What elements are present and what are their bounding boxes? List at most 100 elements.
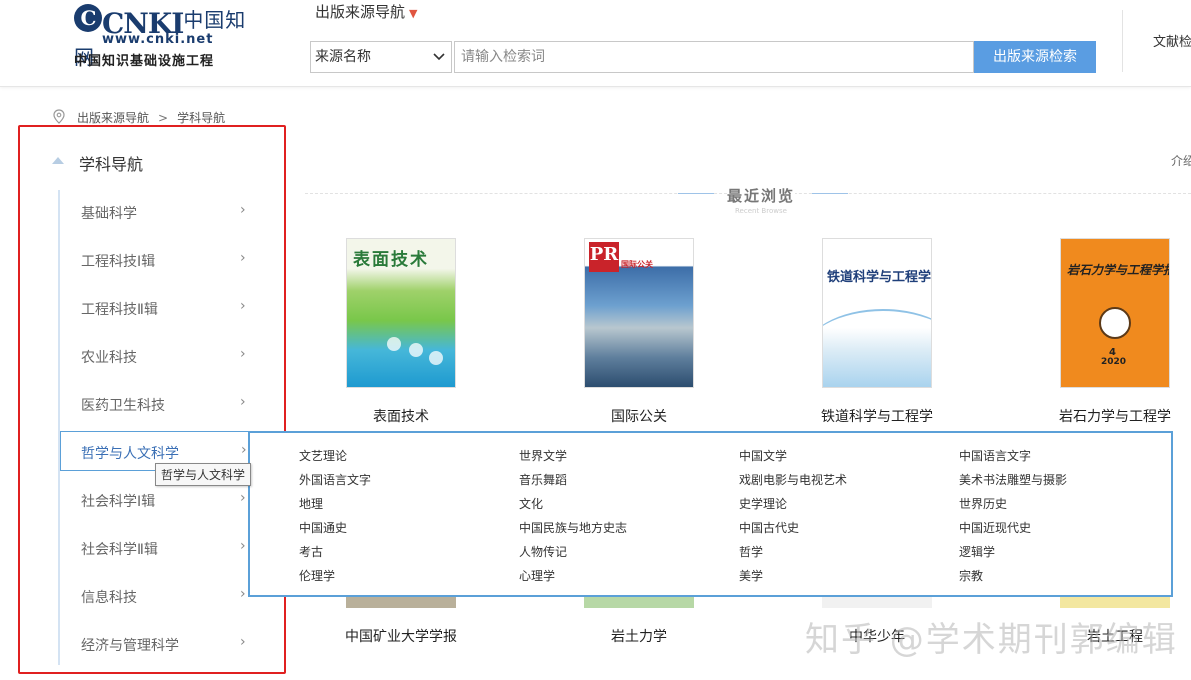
sidebar-item-engineering-1[interactable]: 工程科技Ⅰ辑 › [60,240,260,280]
cover-title: PR [589,242,619,272]
cover-decoration [387,337,401,351]
sidebar-item-engineering-2[interactable]: 工程科技Ⅱ辑 › [60,288,260,328]
subcategory-link[interactable]: 文艺理论 [299,447,347,464]
source-type-select[interactable]: 来源名称 [310,41,452,73]
sidebar-item-social-science-2[interactable]: 社会科学Ⅱ辑 › [60,528,260,568]
sidebar-item-label: 信息科技 [81,590,137,606]
chevron-right-icon: › [241,442,247,458]
journal-cover[interactable]: PR 国际公关 [584,238,694,388]
caret-down-icon: ▼ [409,7,418,20]
chevron-right-icon: › [240,250,246,266]
recent-subtitle: Recent Browse [735,207,787,215]
breadcrumb: 出版来源导航 > 学科导航 [77,109,225,126]
journal-cover[interactable]: 表面技术 [346,238,456,388]
chevron-right-icon: › [240,538,246,554]
logo-circle-icon: C [74,4,102,32]
journal-cover[interactable]: 铁道科学与工程学报 [822,238,932,388]
subcategory-link[interactable]: 美学 [739,567,763,584]
journal-name[interactable]: 岩土力学 [554,626,724,646]
sidebar-item-medicine[interactable]: 医药卫生科技 › [60,384,260,424]
source-nav-title: 出版来源导航 [315,3,406,21]
sidebar-item-label: 工程科技Ⅰ辑 [81,254,156,270]
subcategory-link[interactable]: 文化 [519,495,543,512]
source-search-button[interactable]: 出版来源检索 [974,41,1096,73]
sidebar-item-label: 社会科学Ⅰ辑 [81,494,156,510]
journal-name[interactable]: 铁道科学与工程学 [792,406,962,426]
subcategory-link[interactable]: 宗教 [959,567,983,584]
cnki-logo[interactable]: C CNKI中国知网 www.cnki.net 中国知识基础设施工程 [74,4,264,69]
chevron-right-icon: › [240,202,246,218]
subcategory-link[interactable]: 中国通史 [299,519,347,536]
cover-subtitle: 国际公关 [621,260,653,269]
subcategory-link[interactable]: 伦理学 [299,567,335,584]
journal-cover[interactable]: 岩石力学与工程学报 4 2020 [1060,238,1170,388]
subcategory-link[interactable]: 中国文学 [739,447,787,464]
document-search-link[interactable]: 文献检 [1153,31,1191,50]
intro-link[interactable]: 介绍 [1171,152,1191,169]
subcategory-link[interactable]: 哲学 [739,543,763,560]
sidebar-item-information-tech[interactable]: 信息科技 › [60,576,260,616]
title-rule-left [678,193,714,194]
subcategory-panel: 文艺理论 世界文学 中国文学 中国语言文字 外国语言文字 音乐舞蹈 戏剧电影与电… [248,431,1173,597]
chevron-right-icon: › [240,634,246,650]
journal-name[interactable]: 中国矿业大学学报 [316,626,486,646]
sidebar-item-economics-management[interactable]: 经济与管理科学 › [60,624,260,664]
location-pin-icon [53,109,65,124]
breadcrumb-separator: > [158,111,169,125]
journal-name[interactable]: 岩石力学与工程学 [1030,406,1191,426]
cover-decoration [409,343,423,357]
chevron-down-icon [433,42,445,84]
breadcrumb-item[interactable]: 出版来源导航 [77,111,149,125]
cover-decoration [429,351,443,365]
chevron-right-icon: › [240,490,246,506]
subcategory-link[interactable]: 中国语言文字 [959,447,1031,464]
collapse-caret-icon[interactable] [51,155,65,168]
sidebar-item-social-science-1[interactable]: 社会科学Ⅰ辑 › [60,480,260,520]
chevron-right-icon: › [240,586,246,602]
subcategory-link[interactable]: 世界历史 [959,495,1007,512]
subcategory-link[interactable]: 人物传记 [519,543,567,560]
recent-title: 最近浏览 [727,185,796,206]
subcategory-link[interactable]: 美术书法雕塑与摄影 [959,471,1067,488]
cover-title: 表面技术 [353,250,429,270]
sidebar-item-agriculture[interactable]: 农业科技 › [60,336,260,376]
journal-name[interactable]: 表面技术 [316,406,486,426]
source-nav-menu[interactable]: 出版来源导航 ▼ [315,1,417,22]
subcategory-link[interactable]: 音乐舞蹈 [519,471,567,488]
subcategory-link[interactable]: 中国民族与地方史志 [519,519,627,536]
subcategory-link[interactable]: 戏剧电影与电视艺术 [739,471,847,488]
sidebar-item-label: 农业科技 [81,350,137,366]
tooltip: 哲学与人文科学 [155,463,252,486]
sidebar-title[interactable]: 学科导航 [79,151,143,175]
cover-emblem-icon [1099,307,1131,339]
sidebar-item-label: 基础科学 [81,206,137,222]
sidebar-item-label: 社会科学Ⅱ辑 [81,542,158,558]
cover-title: 铁道科学与工程学报 [827,270,932,285]
subcategory-link[interactable]: 心理学 [519,567,555,584]
source-type-value: 来源名称 [315,49,371,65]
sidebar-item-basic-science[interactable]: 基础科学 › [60,192,260,232]
subcategory-link[interactable]: 地理 [299,495,323,512]
sidebar-item-label: 哲学与人文科学 [81,446,179,462]
cover-decoration [823,309,931,387]
subcategory-link[interactable]: 中国近现代史 [959,519,1031,536]
logo-subtitle: 中国知识基础设施工程 [74,54,215,69]
subcategory-link[interactable]: 中国古代史 [739,519,799,536]
title-rule-right [812,193,848,194]
subcategory-link[interactable]: 史学理论 [739,495,787,512]
cover-title: 岩石力学与工程学报 [1067,263,1170,277]
search-input[interactable]: 请输入检索词 [454,41,974,73]
sidebar-item-label: 医药卫生科技 [81,398,165,414]
chevron-right-icon: › [240,346,246,362]
subcategory-link[interactable]: 考古 [299,543,323,560]
breadcrumb-item[interactable]: 学科导航 [177,111,225,125]
subcategory-link[interactable]: 世界文学 [519,447,567,464]
cover-year: 2020 [1101,357,1127,367]
subcategory-link[interactable]: 外国语言文字 [299,471,371,488]
logo-url: www.cnki.net [102,32,214,47]
journal-name[interactable]: 国际公关 [554,406,724,426]
subcategory-link[interactable]: 逻辑学 [959,543,995,560]
watermark: 知乎 @学术期刊郭编辑 [805,620,1178,660]
sidebar-item-label: 工程科技Ⅱ辑 [81,302,158,318]
chevron-right-icon: › [240,298,246,314]
